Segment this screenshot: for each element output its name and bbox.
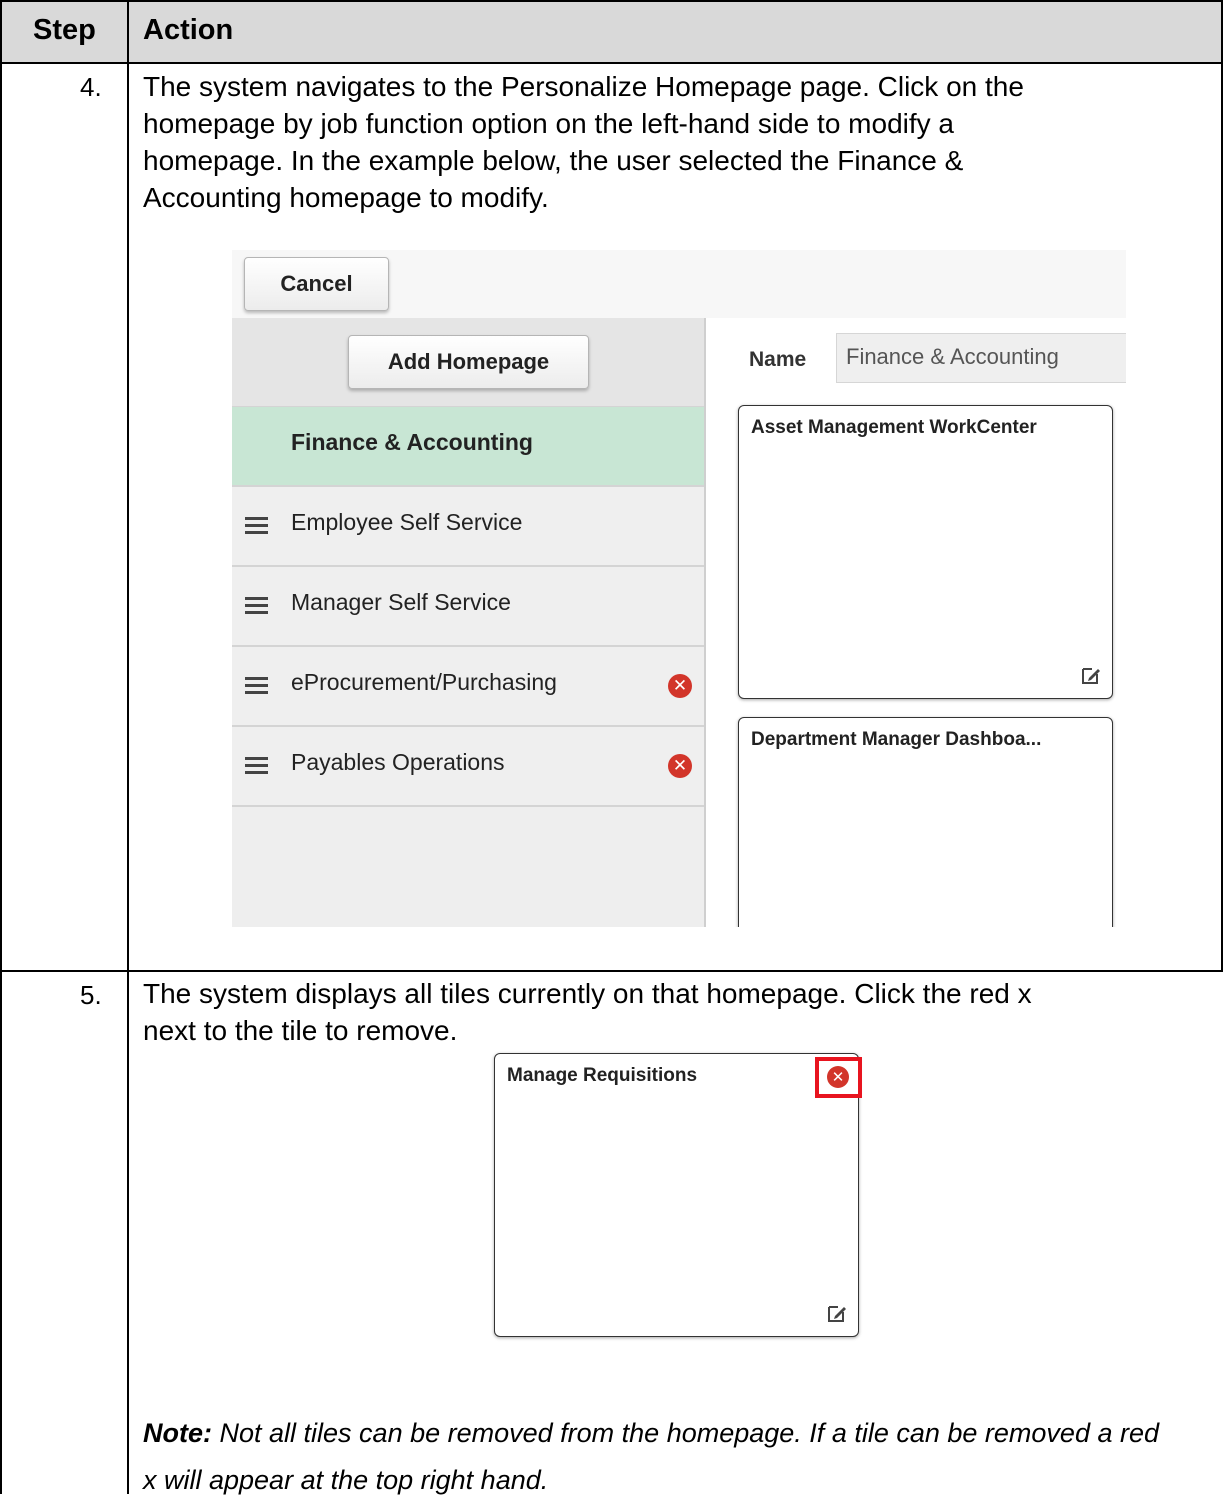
tile-department-manager-dashboard[interactable]: Department Manager Dashboa... — [738, 717, 1113, 927]
step-4-line: The system navigates to the Personalize … — [143, 71, 1024, 102]
remove-x-icon[interactable]: ✕ — [668, 754, 692, 778]
document-table: Step Action 4. The system navigates to t… — [0, 0, 1223, 1495]
step-4-line: homepage. In the example below, the user… — [143, 145, 964, 176]
hamburger-icon[interactable] — [245, 517, 268, 534]
table-column-divider — [127, 0, 129, 1494]
edit-icon[interactable] — [1080, 664, 1102, 686]
homepage-item-finance-accounting[interactable]: Finance & Accounting — [232, 407, 704, 487]
homepage-item-employee-self-service[interactable]: Employee Self Service — [232, 487, 704, 567]
name-label: Name — [749, 348, 807, 371]
homepage-item-label: eProcurement/Purchasing — [291, 669, 557, 695]
homepage-item-eprocurement-purchasing[interactable]: eProcurement/Purchasing ✕ — [232, 647, 704, 727]
step-number-4: 4. — [80, 72, 102, 102]
homepage-item-label: Manager Self Service — [291, 589, 511, 615]
remove-x-icon[interactable]: ✕ — [668, 674, 692, 698]
tile-title: Department Manager Dashboa... — [751, 729, 1042, 750]
step-number-5: 5. — [80, 980, 102, 1010]
step-4-line: Accounting homepage to modify. — [143, 182, 549, 213]
table-border-top — [0, 0, 1223, 2]
table-border-row — [0, 970, 1223, 972]
step-5-line: next to the tile to remove. — [143, 1015, 458, 1046]
header-action: Action — [143, 14, 234, 46]
step-4-text: The system navigates to the Personalize … — [143, 68, 1024, 216]
homepage-list-panel: Add Homepage Finance & Accounting Employ… — [232, 318, 706, 927]
hamburger-icon[interactable] — [245, 597, 268, 614]
edit-icon[interactable] — [826, 1302, 848, 1324]
tile-title: Asset Management WorkCenter — [751, 417, 1037, 438]
tile-manage-requisitions[interactable]: Manage Requisitions ✕ — [494, 1053, 859, 1337]
highlight-box — [815, 1057, 862, 1098]
homepage-item-label: Payables Operations — [291, 749, 505, 775]
note-label: Note: — [143, 1418, 212, 1448]
step-5-line: The system displays all tiles currently … — [143, 978, 1032, 1009]
personalize-homepage-screenshot: Cancel Add Homepage Finance & Accounting… — [232, 250, 1126, 927]
add-homepage-button[interactable]: Add Homepage — [348, 335, 589, 389]
tile-title: Manage Requisitions — [507, 1065, 698, 1086]
homepage-item-label: Employee Self Service — [291, 509, 523, 535]
homepage-item-label: Finance & Accounting — [291, 429, 533, 455]
homepage-detail-panel: Name Finance & Accounting Asset Manageme… — [706, 318, 1126, 927]
add-homepage-area: Add Homepage — [232, 318, 704, 407]
hamburger-icon[interactable] — [245, 677, 268, 694]
table-border-header — [0, 62, 1223, 64]
hamburger-icon[interactable] — [245, 757, 268, 774]
cancel-button[interactable]: Cancel — [244, 257, 389, 311]
table-border-left — [0, 0, 2, 1494]
name-field[interactable]: Finance & Accounting — [836, 333, 1126, 383]
homepage-item-payables-operations[interactable]: Payables Operations ✕ — [232, 727, 704, 807]
homepage-item-manager-self-service[interactable]: Manager Self Service — [232, 567, 704, 647]
note-body: Not all tiles can be removed from the ho… — [143, 1418, 1160, 1495]
step-5-text: The system displays all tiles currently … — [143, 975, 1032, 1049]
header-step: Step — [33, 14, 96, 46]
note-text: Note: Not all tiles can be removed from … — [143, 1410, 1173, 1504]
tile-asset-management-workcenter[interactable]: Asset Management WorkCenter — [738, 405, 1113, 699]
step-4-line: homepage by job function option on the l… — [143, 108, 954, 139]
